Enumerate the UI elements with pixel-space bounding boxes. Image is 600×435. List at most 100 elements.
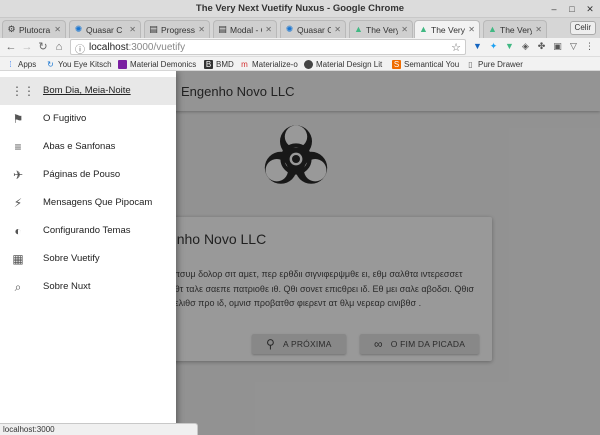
- tab-0[interactable]: ⚙ Plutocra ✕: [2, 20, 66, 38]
- vuetify-icon: ▲: [419, 24, 428, 34]
- tab-strip: ⚙ Plutocra ✕ ✺ Quasar C ✕ ▤ Progress ✕ ▤…: [0, 18, 600, 38]
- drawer-item-o-fugitivo[interactable]: ⚑ O Fugitivo: [0, 105, 176, 133]
- apps-grid-icon: ⁞: [9, 59, 12, 69]
- info-icon[interactable]: ⓘ: [75, 41, 85, 56]
- vuetify-icon: ▲: [354, 24, 363, 34]
- menu-dots-icon[interactable]: ⋮: [584, 41, 595, 52]
- bookmark-you-eye-kitsch[interactable]: ↻ You Eye Kitsch: [46, 58, 112, 70]
- semantic-favicon-icon: S: [392, 59, 401, 69]
- vue-icon[interactable]: ▼: [504, 41, 515, 52]
- tab-1[interactable]: ✺ Quasar C ✕: [69, 20, 141, 38]
- vuetify-icon: ▲: [488, 24, 497, 34]
- screenshot-icon[interactable]: ▣: [552, 41, 563, 52]
- bookmark-materialize[interactable]: m Materialize-o: [240, 58, 298, 70]
- bookmark-label: You Eye Kitsch: [58, 59, 112, 69]
- drawer-item-sobre-vuetify[interactable]: ▦ Sobre Vuetify: [0, 245, 176, 273]
- quasar-icon: ✺: [74, 24, 83, 34]
- url-host: localhost: [89, 42, 129, 53]
- window-controls: – □ ✕: [548, 3, 596, 15]
- drawer-item-paginas-pouso[interactable]: ✈ Páginas de Pouso: [0, 161, 176, 189]
- bookmark-label: Material Demonics: [130, 59, 197, 69]
- drawer-item-label: Bom Dia, Meia-Noite: [43, 85, 131, 96]
- tab-label: The Very: [366, 24, 399, 35]
- bookmark-label: Semantical You: [404, 59, 460, 69]
- drawer-item-abas-sanfonas[interactable]: ≡ Abas e Sanfonas: [0, 133, 176, 161]
- bookmark-material-design-lite[interactable]: Material Design Lit: [304, 58, 382, 70]
- drawer-item-configurando-temas[interactable]: ◐ Configurando Temas: [0, 217, 176, 245]
- minimize-icon[interactable]: –: [548, 3, 560, 15]
- drawer-item-label: Configurando Temas: [43, 225, 131, 236]
- tab-close-icon[interactable]: ✕: [334, 25, 341, 34]
- tab-5[interactable]: ▲ The Very ✕: [349, 20, 413, 38]
- bookmark-material-demonics[interactable]: Material Demonics: [118, 58, 196, 70]
- bookmarks-bar: ⁞ Apps ↻ You Eye Kitsch Material Demonic…: [0, 57, 600, 71]
- bookmark-apps[interactable]: ⁞ Apps: [6, 58, 36, 70]
- page-icon: ▤: [218, 24, 227, 34]
- tab-close-icon[interactable]: ✕: [468, 25, 475, 34]
- maximize-icon[interactable]: □: [566, 3, 578, 15]
- queue-music-icon: ≡: [14, 140, 22, 154]
- tab-close-icon[interactable]: ✕: [54, 25, 61, 34]
- bookmark-label: Material Design Lit: [316, 59, 383, 69]
- tab-6-active[interactable]: ▲ The Very ✕: [414, 20, 480, 38]
- puzzle-icon[interactable]: ✤: [536, 41, 547, 52]
- tab-label: Plutocra: [19, 24, 51, 35]
- tab-label: Quasar C: [297, 24, 332, 35]
- bookmark-label: BMD: [216, 59, 234, 69]
- address-bar[interactable]: ⓘ localhost:3000/vuetify ☆: [70, 39, 466, 56]
- flash-icon: ⚡: [13, 196, 23, 210]
- search-icon: ⌕: [14, 280, 22, 294]
- tab-label: Quasar C: [86, 24, 123, 35]
- tab-label: Progress: [161, 24, 196, 35]
- bookmark-label: Materialize-o: [252, 59, 298, 69]
- browser-toolbar: ← → ↻ ⌂ ⓘ localhost:3000/vuetify ☆ ▼ ✦ ▼…: [0, 38, 600, 57]
- back-icon[interactable]: ←: [4, 40, 18, 54]
- tab-close-icon[interactable]: ✕: [535, 25, 542, 34]
- tab-7[interactable]: ▲ The Very ✕: [483, 20, 547, 38]
- running-icon: ⚑: [12, 112, 24, 126]
- tab-2[interactable]: ▤ Progress ✕: [144, 20, 210, 38]
- navigation-drawer: ⋮⋮ Bom Dia, Meia-Noite ⚑ O Fugitivo ≡ Ab…: [0, 71, 176, 435]
- twitter-icon[interactable]: ✦: [488, 41, 499, 52]
- airplane-icon: ✈: [12, 168, 24, 182]
- drawer-item-label: Sobre Vuetify: [43, 253, 100, 264]
- pocket-icon[interactable]: ▽: [568, 41, 579, 52]
- drawer-item-label: Mensagens Que Pipocam: [43, 197, 153, 208]
- tab-label: The Very: [431, 24, 466, 35]
- bookmark-pure-drawer[interactable]: ▯ Pure Drawer: [466, 58, 523, 70]
- profile-button[interactable]: Celir: [569, 21, 596, 35]
- page-viewport: Engenho Novo LLC Engenho Novo LLC Λορεμ …: [0, 71, 600, 435]
- tab-close-icon[interactable]: ✕: [198, 25, 205, 34]
- bookmark-bmd[interactable]: B BMD: [204, 58, 234, 70]
- materialize-favicon-icon: m: [241, 59, 248, 69]
- contrast-icon: ◐: [14, 224, 22, 238]
- tab-3[interactable]: ▤ Modal - C ✕: [213, 20, 277, 38]
- document-icon: ▯: [468, 59, 473, 69]
- close-icon[interactable]: ✕: [584, 3, 596, 15]
- material-favicon-icon: [118, 59, 127, 69]
- reload-icon[interactable]: ↻: [36, 40, 50, 54]
- tab-close-icon[interactable]: ✕: [265, 25, 272, 34]
- drawer-item-bom-dia[interactable]: ⋮⋮ Bom Dia, Meia-Noite: [0, 77, 176, 105]
- plutocra-icon: ⚙: [7, 24, 16, 34]
- tab-close-icon[interactable]: ✕: [401, 25, 408, 34]
- bookmark-label: Apps: [18, 59, 37, 69]
- tab-label: The Very: [500, 24, 533, 35]
- tab-close-icon[interactable]: ✕: [129, 25, 136, 34]
- tab-4[interactable]: ✺ Quasar C ✕: [280, 20, 346, 38]
- forward-icon[interactable]: →: [20, 40, 34, 54]
- vue-devtools-icon[interactable]: ▼: [472, 41, 483, 52]
- page-icon: ▤: [149, 24, 158, 34]
- refresh-favicon-icon: ↻: [47, 59, 54, 69]
- drawer-item-sobre-nuxt[interactable]: ⌕ Sobre Nuxt: [0, 273, 176, 301]
- drawer-item-mensagens[interactable]: ⚡ Mensagens Que Pipocam: [0, 189, 176, 217]
- home-icon[interactable]: ⌂: [52, 40, 66, 54]
- tab-label: Modal - C: [230, 24, 262, 35]
- bookmark-star-icon[interactable]: ☆: [451, 41, 461, 54]
- url-text: localhost:3000/vuetify: [89, 42, 185, 53]
- drawer-item-label: Páginas de Pouso: [43, 169, 121, 180]
- apps-icon: ⋮⋮: [11, 84, 35, 98]
- window-titlebar: The Very Next Vuetify Nuxus - Google Chr…: [0, 0, 600, 18]
- bookmark-semantical-you[interactable]: S Semantical You: [392, 58, 459, 70]
- extension-icon[interactable]: ◈: [520, 41, 531, 52]
